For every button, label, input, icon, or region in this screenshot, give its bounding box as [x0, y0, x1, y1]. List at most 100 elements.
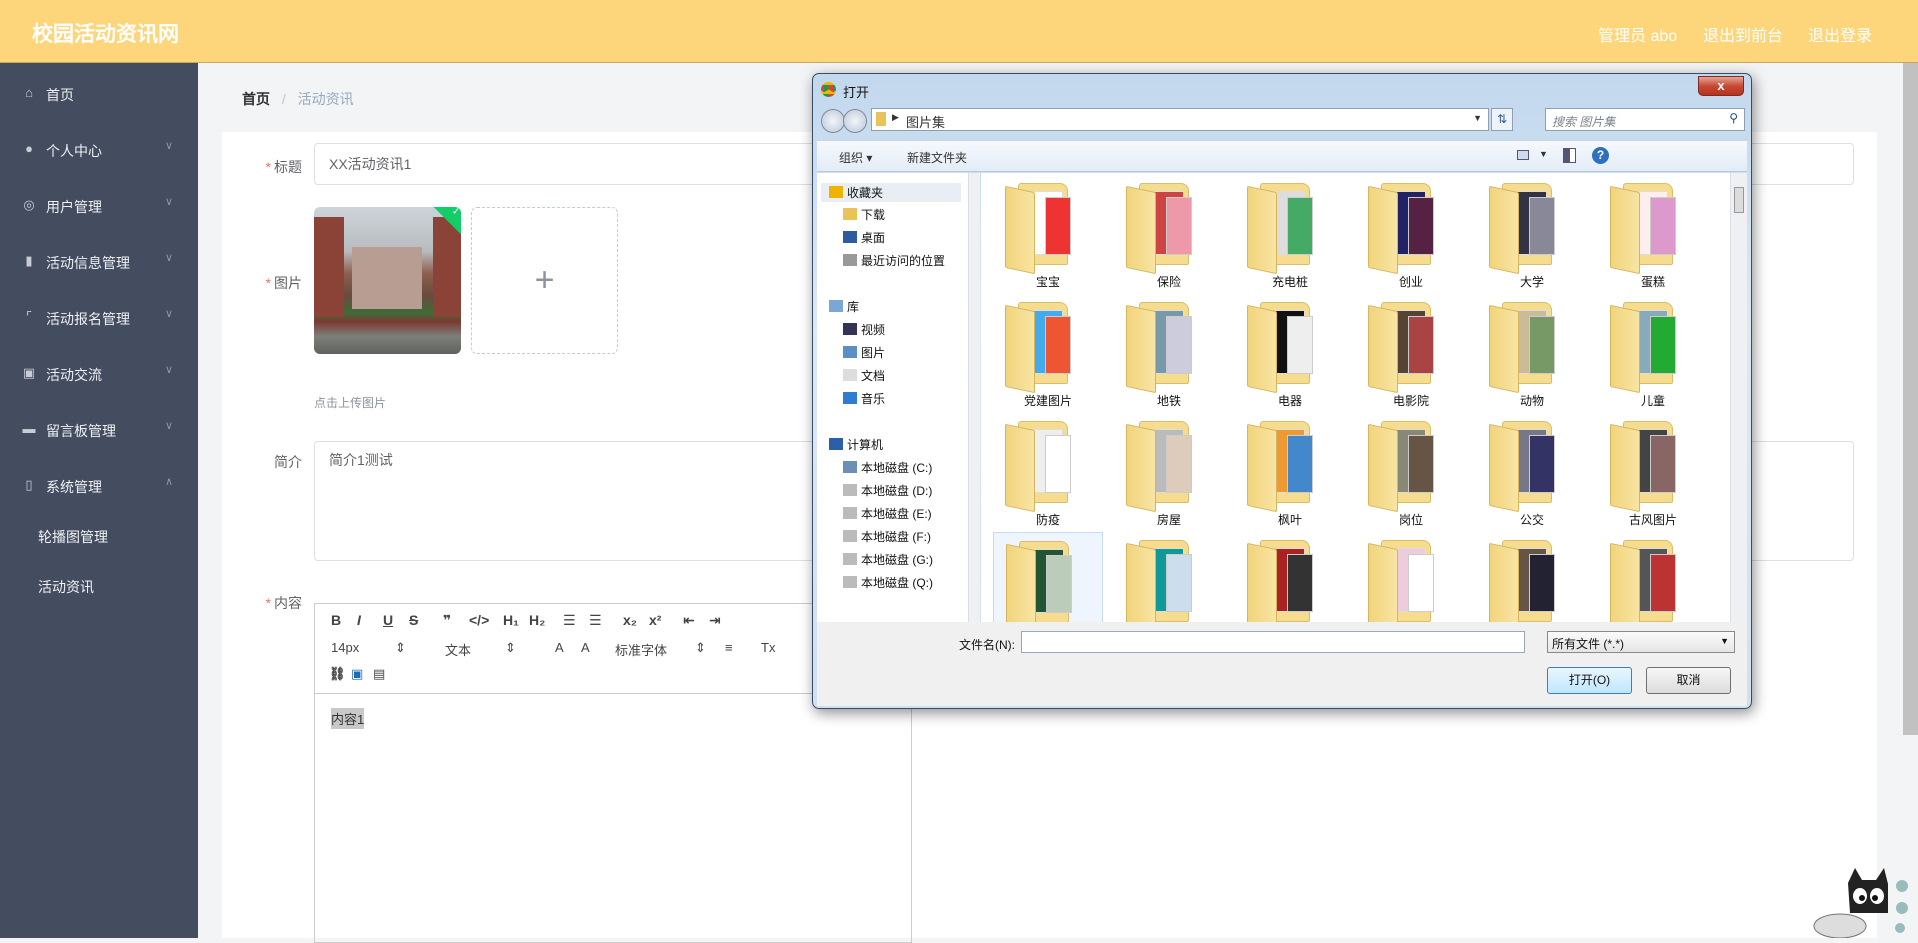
- italic-icon[interactable]: I: [357, 612, 361, 628]
- subscript-icon[interactable]: x₂: [623, 612, 637, 628]
- folder-item[interactable]: [1477, 532, 1587, 622]
- dialog-close-button[interactable]: x: [1698, 76, 1744, 96]
- nav-item[interactable]: 音乐: [843, 390, 885, 407]
- code-icon[interactable]: </>: [469, 612, 489, 628]
- organize-menu[interactable]: 组织 ▾: [839, 149, 872, 166]
- back-button[interactable]: [821, 109, 845, 133]
- font-size-select[interactable]: 14px: [331, 640, 359, 655]
- open-button[interactable]: 打开(O): [1547, 667, 1632, 694]
- sidebar-item[interactable]: ◎ 用户管理 ∨: [0, 181, 198, 231]
- bold-icon[interactable]: B: [331, 612, 341, 628]
- nav-pane-scrollbar[interactable]: [968, 173, 980, 622]
- image-icon[interactable]: ▣: [351, 666, 363, 682]
- blockquote-icon[interactable]: ❞: [443, 612, 451, 629]
- font-family-select[interactable]: 标准字体: [615, 640, 667, 659]
- folder-item[interactable]: 创业: [1356, 175, 1466, 290]
- sidebar-subitem-activity-news[interactable]: 活动资讯: [38, 577, 94, 597]
- clear-format-icon[interactable]: Tx: [761, 640, 775, 655]
- cancel-button[interactable]: 取消: [1646, 667, 1731, 694]
- strike-icon[interactable]: S: [409, 612, 418, 628]
- folder-item[interactable]: 儿童: [1598, 294, 1708, 409]
- nav-item[interactable]: 计算机: [829, 436, 883, 453]
- preview-pane-icon[interactable]: [1563, 148, 1576, 163]
- folder-item[interactable]: 蛋糕: [1598, 175, 1708, 290]
- block-format-select[interactable]: 文本: [445, 640, 471, 659]
- video-icon[interactable]: ▤: [373, 666, 385, 682]
- breadcrumb-home[interactable]: 首页: [242, 91, 270, 107]
- link-icon[interactable]: ⛓: [329, 666, 346, 682]
- folder-item[interactable]: 党建图片: [993, 294, 1103, 409]
- nav-item[interactable]: 库: [829, 298, 859, 315]
- add-image-button[interactable]: +: [471, 207, 618, 354]
- refresh-icon[interactable]: ⇅: [1491, 108, 1513, 131]
- select-arrow-icon[interactable]: ⇕: [695, 640, 706, 656]
- bullet-list-icon[interactable]: ☰: [589, 612, 602, 629]
- folder-item[interactable]: 充电桩: [1235, 175, 1345, 290]
- folder-item[interactable]: [1356, 532, 1466, 622]
- help-icon[interactable]: ?: [1592, 147, 1609, 164]
- select-arrow-icon[interactable]: ⇕: [505, 640, 516, 656]
- sidebar-item[interactable]: ▮ 活动信息管理 ∨: [0, 237, 198, 287]
- folder-item[interactable]: [1235, 532, 1345, 622]
- nav-item[interactable]: 本地磁盘 (Q:): [843, 574, 933, 591]
- nav-item[interactable]: 最近访问的位置: [843, 252, 945, 269]
- h1-icon[interactable]: H₁: [503, 612, 519, 628]
- nav-item[interactable]: 视频: [843, 321, 885, 338]
- nav-item[interactable]: 本地磁盘 (G:): [843, 551, 933, 568]
- nav-item[interactable]: 本地磁盘 (C:): [843, 459, 932, 476]
- nav-item[interactable]: 本地磁盘 (E:): [843, 505, 932, 522]
- file-list-scrollbar[interactable]: [1730, 173, 1747, 622]
- folder-item[interactable]: 动物: [1477, 294, 1587, 409]
- outdent-icon[interactable]: ⇤: [683, 612, 695, 629]
- folder-item[interactable]: 岗位: [1356, 413, 1466, 528]
- align-icon[interactable]: ≡: [725, 640, 733, 655]
- forward-button[interactable]: [843, 109, 867, 133]
- folder-item[interactable]: 宝宝: [993, 175, 1103, 290]
- sidebar-item[interactable]: ⌜ 活动报名管理 ∨: [0, 293, 198, 343]
- back-to-front-link[interactable]: 退出到前台: [1703, 22, 1783, 46]
- h2-icon[interactable]: H₂: [529, 612, 545, 628]
- new-folder-button[interactable]: 新建文件夹: [907, 149, 967, 166]
- nav-item[interactable]: 本地磁盘 (D:): [843, 482, 932, 499]
- nav-item[interactable]: 收藏夹: [821, 183, 961, 202]
- folder-item[interactable]: [1114, 532, 1224, 622]
- folder-item[interactable]: 电影院: [1356, 294, 1466, 409]
- view-options-icon[interactable]: [1517, 150, 1529, 160]
- nav-item[interactable]: 本地磁盘 (F:): [843, 528, 931, 545]
- file-type-select[interactable]: 所有文件 (*.*) ▼: [1547, 631, 1735, 653]
- background-color-icon[interactable]: A: [581, 640, 590, 655]
- search-input[interactable]: 搜索 图片集 ⚲: [1545, 108, 1745, 131]
- sidebar-item[interactable]: ⌂ 首页: [0, 69, 198, 119]
- ordered-list-icon[interactable]: ☰: [563, 612, 576, 629]
- nav-item[interactable]: 桌面: [843, 229, 885, 246]
- font-color-icon[interactable]: A: [555, 640, 564, 655]
- nav-item[interactable]: 文档: [843, 367, 885, 384]
- uploaded-image-thumbnail[interactable]: ✓: [314, 207, 461, 354]
- select-arrow-icon[interactable]: ⇕: [395, 640, 406, 656]
- sidebar-item[interactable]: ▯ 系统管理 ∧: [0, 461, 198, 511]
- folder-item[interactable]: 地铁: [1114, 294, 1224, 409]
- nav-item[interactable]: 下载: [843, 206, 885, 223]
- sidebar-item[interactable]: ▬ 留言板管理 ∨: [0, 405, 198, 455]
- folder-item[interactable]: 防疫: [993, 413, 1103, 528]
- nav-item[interactable]: 图片: [843, 344, 885, 361]
- folder-item[interactable]: 枫叶: [1235, 413, 1345, 528]
- sidebar-subitem-carousel[interactable]: 轮播图管理: [38, 527, 108, 547]
- page-scrollbar[interactable]: [1903, 63, 1918, 735]
- view-dropdown-icon[interactable]: ▼: [1539, 149, 1548, 159]
- folder-item[interactable]: 房屋: [1114, 413, 1224, 528]
- indent-icon[interactable]: ⇥: [709, 612, 721, 629]
- folder-item[interactable]: [1598, 532, 1708, 622]
- superscript-icon[interactable]: x²: [649, 612, 661, 628]
- folder-item[interactable]: 古风图片: [1598, 413, 1708, 528]
- sidebar-item[interactable]: ● 个人中心 ∨: [0, 125, 198, 175]
- address-bar[interactable]: ▶ 图片集 ▼: [871, 108, 1489, 131]
- logout-link[interactable]: 退出登录: [1808, 22, 1872, 46]
- folder-item[interactable]: 大学: [1477, 175, 1587, 290]
- underline-icon[interactable]: U: [383, 612, 393, 628]
- folder-item[interactable]: 公交: [1477, 413, 1587, 528]
- filename-input[interactable]: [1021, 631, 1525, 653]
- folder-item[interactable]: [993, 532, 1103, 622]
- address-dropdown-icon[interactable]: ▼: [1473, 113, 1482, 123]
- sidebar-item[interactable]: ▣ 活动交流 ∨: [0, 349, 198, 399]
